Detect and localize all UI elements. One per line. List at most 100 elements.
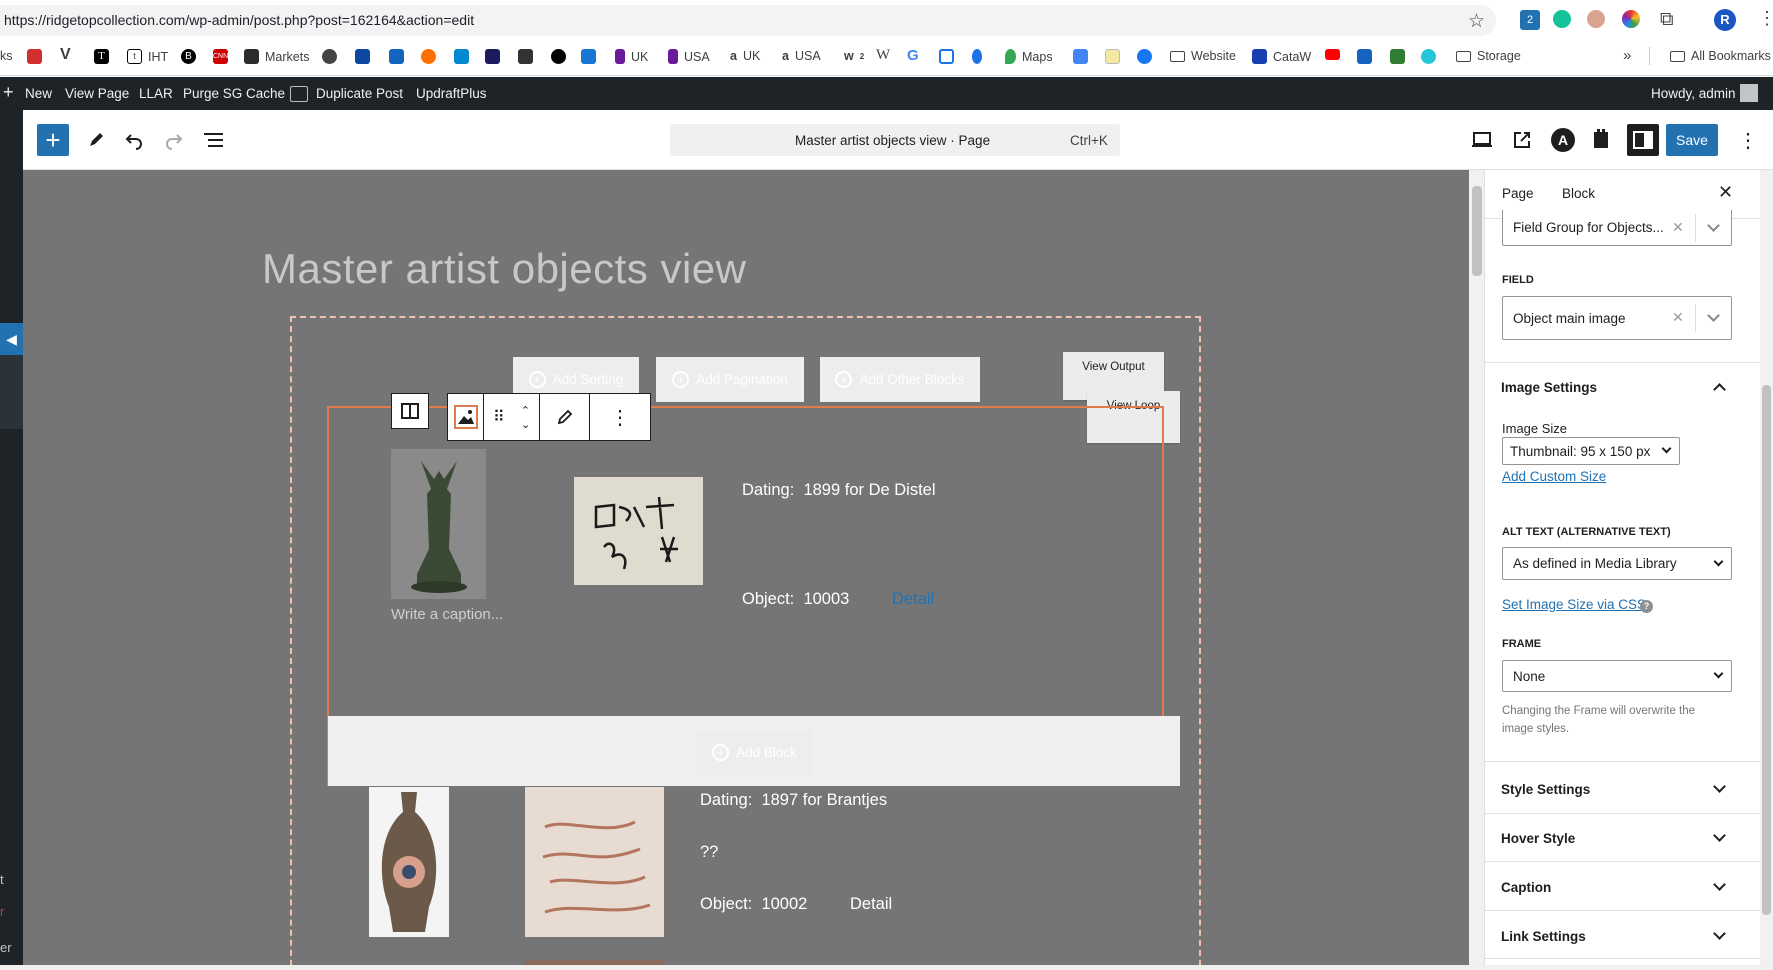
block-options-icon[interactable]: ⋮: [590, 394, 650, 440]
bookmark-item[interactable]: [1105, 49, 1120, 64]
bookmark-storage-folder[interactable]: Storage: [1456, 49, 1521, 63]
clear-icon[interactable]: ✕: [1672, 309, 1684, 326]
tab-block[interactable]: Block: [1562, 186, 1595, 201]
bookmark-item[interactable]: [518, 49, 533, 64]
admin-menu-label[interactable]: er: [0, 940, 12, 955]
image-size-select[interactable]: Thumbnail: 95 x 150 px: [1502, 437, 1680, 465]
bookmark-item[interactable]: [27, 49, 42, 64]
bookmark-item[interactable]: ks: [0, 49, 13, 63]
bookmark-wikipedia[interactable]: W: [876, 47, 890, 64]
bookmark-uk[interactable]: UK: [615, 49, 648, 64]
add-block-button[interactable]: + Add Block: [697, 730, 812, 775]
admin-view-page[interactable]: View Page: [65, 86, 129, 101]
field-select[interactable]: Object main image: [1502, 296, 1732, 340]
undo-icon[interactable]: [122, 128, 146, 152]
field-group-select[interactable]: Field Group for Objects...: [1502, 210, 1732, 246]
bookmark-iht[interactable]: t IHT: [127, 49, 168, 64]
admin-duplicate-post[interactable]: Duplicate Post: [316, 86, 403, 101]
clear-icon[interactable]: ✕: [1672, 219, 1684, 236]
tools-pencil-icon[interactable]: [84, 128, 108, 152]
caption-heading[interactable]: Caption: [1501, 880, 1551, 895]
admin-llar[interactable]: LLAR: [139, 86, 173, 101]
document-overview-icon[interactable]: [202, 128, 226, 152]
scrollbar-thumb[interactable]: [1472, 186, 1482, 276]
bookmark-item[interactable]: [972, 49, 982, 64]
detail-link[interactable]: Detail: [850, 895, 892, 914]
bookmark-amazon-usa[interactable]: a USA: [782, 49, 821, 63]
admin-purge-cache[interactable]: Purge SG Cache: [183, 86, 285, 101]
bookmark-star-icon[interactable]: ☆: [1468, 10, 1485, 33]
mark-image[interactable]: [525, 787, 664, 937]
tab-page[interactable]: Page: [1502, 186, 1534, 201]
edit-pencil-icon[interactable]: [540, 394, 590, 440]
preview-device-icon[interactable]: [1470, 128, 1494, 152]
grammarly-icon[interactable]: [1553, 10, 1571, 28]
admin-menu-label[interactable]: t: [0, 872, 4, 887]
color-extension-icon[interactable]: [1622, 10, 1640, 28]
add-other-blocks-button[interactable]: + Add Other Blocks: [820, 357, 980, 402]
extension-icon[interactable]: [1587, 10, 1605, 28]
object-image[interactable]: [391, 449, 486, 599]
admin-menu-label[interactable]: r: [0, 904, 4, 919]
hover-style-heading[interactable]: Hover Style: [1501, 831, 1575, 846]
admin-menu-item[interactable]: [0, 355, 23, 429]
plus-icon[interactable]: +: [3, 82, 14, 103]
bookmark-cataw[interactable]: CataW: [1252, 49, 1311, 64]
link-settings-heading[interactable]: Link Settings: [1501, 929, 1586, 944]
object-image[interactable]: [369, 787, 449, 937]
avatar[interactable]: [1740, 84, 1758, 102]
admin-howdy[interactable]: Howdy, admin: [1651, 86, 1736, 101]
bookmark-maps[interactable]: Maps: [1005, 49, 1053, 64]
add-custom-size-link[interactable]: Add Custom Size: [1502, 469, 1606, 484]
bookmark-usa[interactable]: USA: [668, 49, 710, 64]
bookmark-youtube[interactable]: [1325, 49, 1340, 60]
bookmark-item[interactable]: [454, 49, 469, 64]
move-up-down-icon[interactable]: ⌃ ⌃: [521, 406, 530, 430]
add-pagination-button[interactable]: + Add Pagination: [656, 357, 804, 402]
bookmark-item[interactable]: [389, 49, 404, 64]
caption-placeholder[interactable]: Write a caption...: [391, 606, 503, 623]
scrollbar-thumb[interactable]: [1762, 385, 1771, 915]
browser-menu-icon[interactable]: ⋮: [1758, 8, 1773, 29]
bookmark-facebook[interactable]: [1137, 49, 1152, 64]
bookmark-item[interactable]: [421, 49, 436, 64]
bookmark-google[interactable]: G: [907, 47, 919, 64]
extension-icon[interactable]: 2: [1520, 10, 1540, 30]
bookmark-amazon-uk[interactable]: a UK: [730, 49, 760, 63]
settings-sidebar-toggle-icon[interactable]: [1627, 124, 1659, 156]
save-button[interactable]: Save: [1666, 124, 1718, 156]
bookmark-item[interactable]: [939, 49, 954, 64]
frame-select[interactable]: None: [1502, 660, 1732, 692]
options-menu-icon[interactable]: ⋮: [1738, 128, 1758, 153]
close-icon[interactable]: ✕: [1718, 182, 1733, 203]
image-block-icon[interactable]: [448, 394, 484, 440]
parent-block-button[interactable]: [391, 393, 429, 429]
bookmark-item[interactable]: B: [181, 49, 196, 64]
bookmark-item[interactable]: [485, 49, 500, 64]
set-size-css-link[interactable]: Set Image Size via CSS: [1502, 597, 1646, 612]
bookmark-item[interactable]: CNN: [213, 49, 228, 64]
profile-avatar[interactable]: R: [1714, 9, 1736, 31]
bookmark-item[interactable]: [355, 49, 370, 64]
bookmark-item[interactable]: [551, 49, 566, 64]
url-text[interactable]: https://ridgetopcollection.com/wp-admin/…: [4, 12, 474, 28]
page-title[interactable]: Master artist objects view: [262, 245, 746, 293]
admin-updraftplus[interactable]: UpdraftPlus: [416, 86, 487, 101]
bookmark-item[interactable]: [322, 49, 337, 64]
bookmark-item[interactable]: [1390, 49, 1405, 64]
bookmark-w2[interactable]: w2: [844, 49, 864, 63]
detail-link[interactable]: Detail: [892, 590, 934, 609]
block-inserter-button[interactable]: +: [37, 124, 69, 156]
bookmark-website-folder[interactable]: Website: [1170, 49, 1236, 63]
plugin-icon[interactable]: [1590, 128, 1612, 150]
admin-new[interactable]: New: [25, 86, 52, 101]
drag-handle-icon[interactable]: ⠿: [493, 407, 505, 427]
canvas-scrollbar[interactable]: [1469, 170, 1485, 970]
bookmark-item[interactable]: [1421, 49, 1436, 64]
bookmark-v[interactable]: V: [60, 46, 71, 64]
extensions-puzzle-icon[interactable]: ⧉: [1660, 9, 1674, 31]
bookmark-markets[interactable]: Markets: [244, 49, 309, 64]
mark-image[interactable]: [574, 477, 703, 585]
bookmark-item[interactable]: T: [94, 49, 109, 64]
document-title[interactable]: Master artist objects view · Page: [795, 133, 990, 148]
